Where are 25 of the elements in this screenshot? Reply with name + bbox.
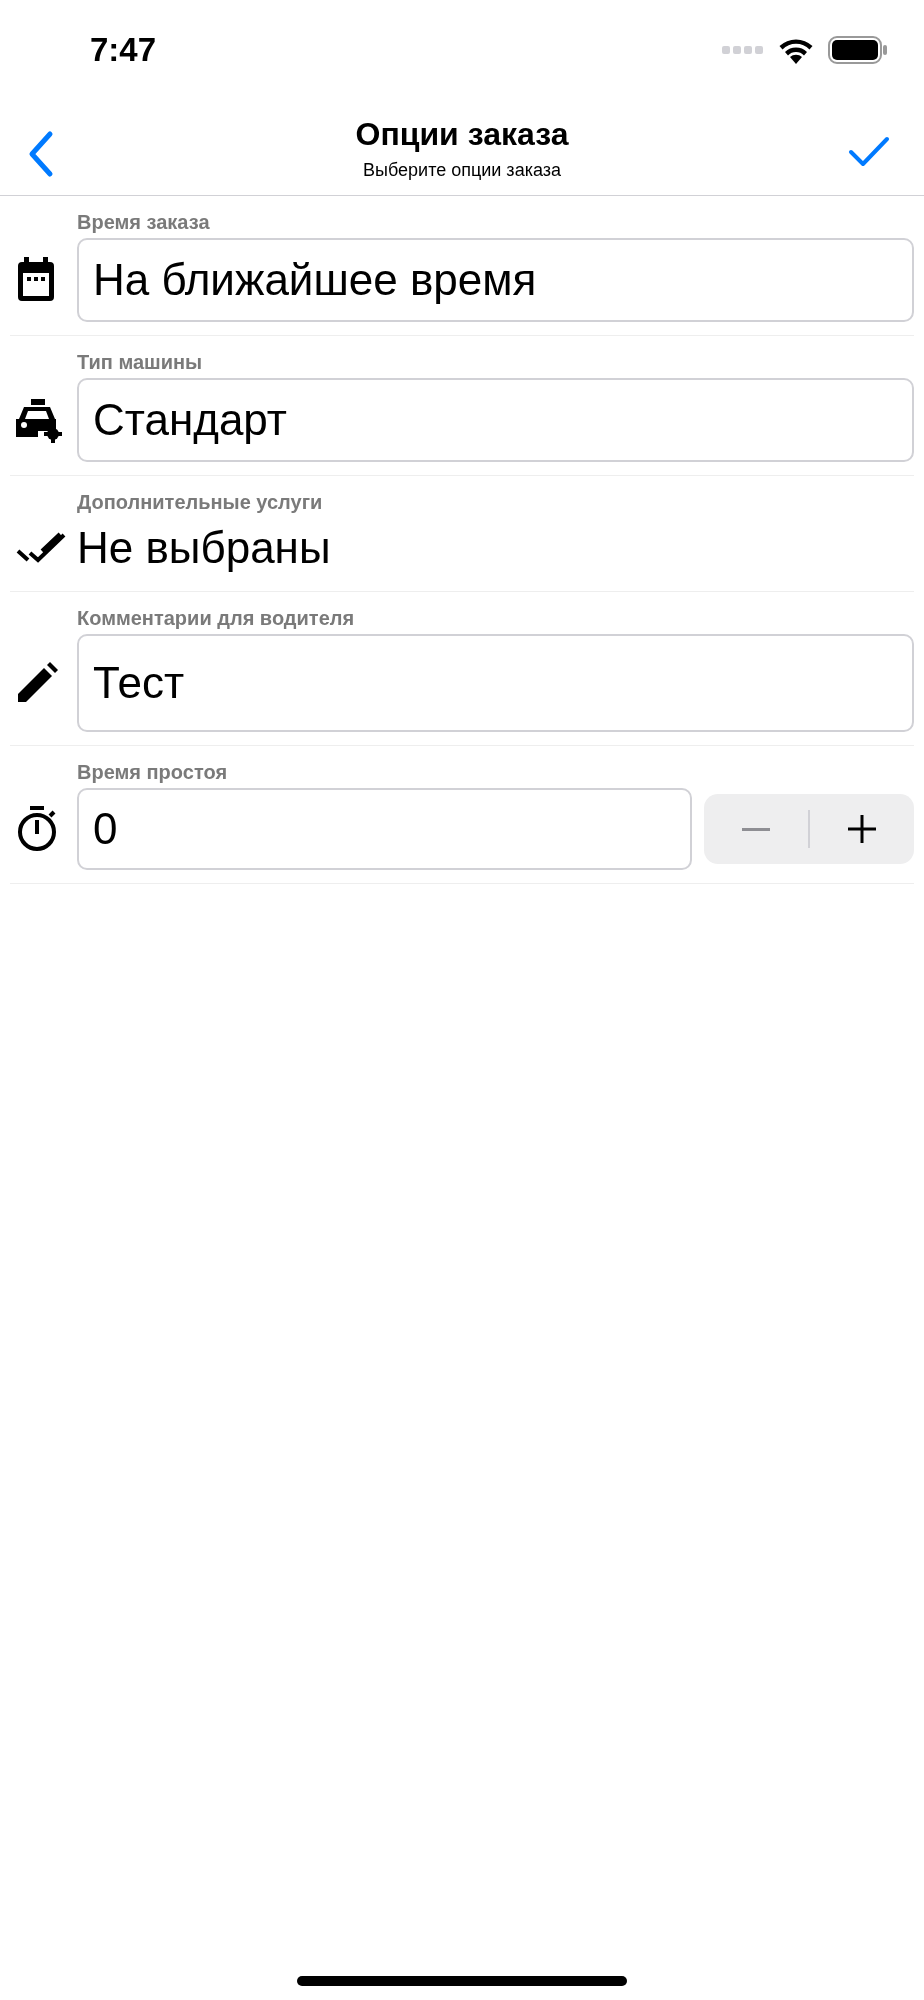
input-field[interactable]: На ближайшее время [77,238,914,322]
pencil-icon [16,662,58,704]
taxi-gear-icon [16,397,62,443]
field-label: Тип машины [77,350,204,374]
input-field[interactable]: Тест [77,634,914,732]
increment-icon [846,813,878,845]
screen-subtitle: Выберите опции заказа [363,158,561,182]
field-label: Время заказа [77,210,211,234]
selection-value[interactable]: Не выбраны [77,518,331,578]
screen-title: Опции заказа [355,114,569,154]
wifi-icon [778,36,814,64]
field-label: Дополнительные услуги [77,490,324,514]
stopwatch-icon [16,806,58,852]
status-time: 7:47 [90,30,157,71]
decrement-icon [740,827,772,831]
field-label: Время простоя [77,760,229,784]
checkmark-icon [848,134,890,168]
input-field[interactable]: 0 [77,788,692,870]
calendar-icon [16,257,56,303]
battery-icon [828,36,888,64]
input-field[interactable]: Стандарт [77,378,914,462]
double-check-icon [16,531,68,565]
field-label: Комментарии для водителя [77,606,356,630]
signal-icon [722,45,764,55]
back-icon [28,130,54,178]
